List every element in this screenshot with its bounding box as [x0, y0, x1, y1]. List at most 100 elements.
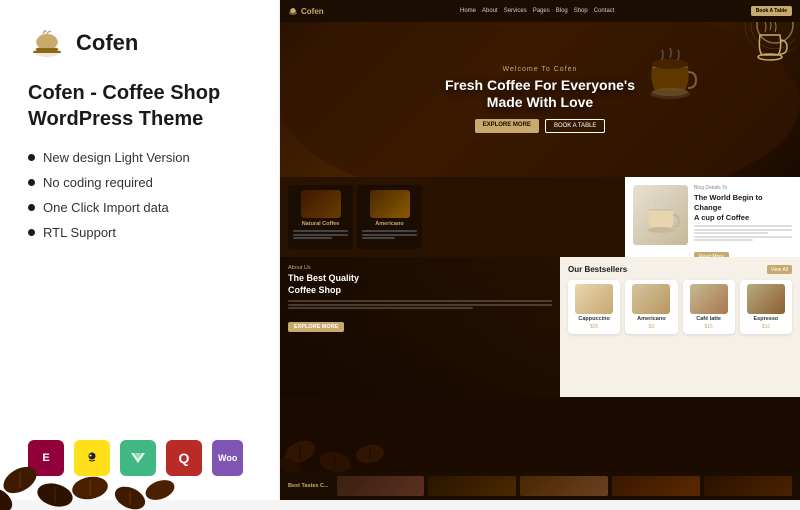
nav-link-shop[interactable]: Shop [574, 8, 588, 14]
product-image [747, 284, 785, 314]
shop-products-grid: Cappuccino $26 Americano $3 Café latte $… [568, 280, 792, 334]
shop-header: Our Bestsellers View All [568, 265, 792, 274]
vue-icon [129, 449, 147, 467]
product-card-3[interactable]: Café latte $15 [683, 280, 735, 334]
theme-bottom-row: About Us The Best QualityCoffee Shop EXP… [280, 257, 800, 397]
bullet-icon [28, 154, 35, 161]
blog-title: The World Begin to ChangeA cup of Coffee [694, 193, 792, 222]
mailchimp-icon [83, 449, 101, 467]
card-text-lines [362, 230, 417, 241]
gallery-item-2 [428, 476, 516, 496]
feature-item: RTL Support [28, 225, 251, 240]
hero-content: Welcome To Cofen Fresh Coffee For Everyo… [445, 66, 635, 133]
product-card-2[interactable]: Americano $3 [625, 280, 677, 334]
shop-section: Our Bestsellers View All Cappuccino $26 … [560, 257, 800, 397]
right-panel: Cofen Home About Services Pages Blog Sho… [280, 0, 800, 500]
quora-badge: Q [166, 440, 202, 476]
blog-tag: Blog Details To [694, 185, 792, 191]
product-price: $26 [590, 324, 598, 330]
feature-item: One Click Import data [28, 200, 251, 215]
mailchimp-badge [74, 440, 110, 476]
feature-item: New design Light Version [28, 150, 251, 165]
feature-text: RTL Support [43, 225, 116, 240]
woo-label: Woo [218, 453, 237, 463]
nav-link-blog[interactable]: Blog [556, 8, 568, 14]
gallery-item-4 [612, 476, 700, 496]
text-line [293, 237, 332, 239]
about-section: About Us The Best QualityCoffee Shop EXP… [280, 257, 560, 397]
text-line [293, 234, 348, 236]
coffee-card-image [301, 190, 341, 218]
woo-badge: Woo [212, 440, 243, 476]
theme-nav: Cofen Home About Services Pages Blog Sho… [280, 0, 800, 22]
product-title: The Best Quality Coffee Shop Cofen - Cof… [28, 80, 251, 132]
vue-badge [120, 440, 156, 476]
coffee-card-2: Americano [357, 185, 422, 249]
bullet-icon [28, 179, 35, 186]
coffee-cards-area: Natural Coffee Americano [280, 177, 625, 257]
cofen-logo-icon [28, 24, 66, 62]
feature-text: No coding required [43, 175, 153, 190]
hero-explore-button[interactable]: EXPLORE MORE [475, 119, 539, 133]
product-name: Cappuccino [578, 316, 609, 322]
text-line [694, 236, 792, 238]
text-line [362, 230, 417, 232]
text-line [362, 234, 417, 236]
text-line [288, 300, 552, 302]
product-card-1[interactable]: Cappuccino $26 [568, 280, 620, 334]
nav-link-contact[interactable]: Contact [594, 8, 615, 14]
theme-cards-row: Natural Coffee Americano [280, 177, 800, 257]
features-list: New design Light Version No coding requi… [28, 150, 251, 250]
product-card-4[interactable]: Espresso $16 [740, 280, 792, 334]
product-image [690, 284, 728, 314]
about-content: About Us The Best QualityCoffee Shop EXP… [288, 265, 552, 333]
text-line [362, 237, 395, 239]
hero-title: Fresh Coffee For Everyone's Made With Lo… [445, 77, 635, 111]
nav-link-pages[interactable]: Pages [533, 8, 550, 14]
gallery-item-3 [520, 476, 608, 496]
product-name: Café latte [696, 316, 721, 322]
tech-badges: E Q Woo [28, 440, 251, 476]
nav-link-about[interactable]: About [482, 8, 498, 14]
gallery-item-5 [704, 476, 792, 496]
theme-nav-links: Home About Services Pages Blog Shop Cont… [460, 8, 614, 14]
nav-link-home[interactable]: Home [460, 8, 476, 14]
text-line [694, 225, 792, 227]
nav-logo-icon [288, 6, 298, 16]
feature-item: No coding required [28, 175, 251, 190]
text-line [288, 304, 552, 306]
elementor-badge: E [28, 440, 64, 476]
text-line [293, 230, 348, 232]
shop-title: Our Bestsellers [568, 265, 627, 274]
text-line [288, 307, 473, 309]
hero-subtitle: Welcome To Cofen [445, 66, 635, 73]
hero-book-button[interactable]: BOOK A TABLE [545, 119, 605, 133]
coffee-card-image [370, 190, 410, 218]
product-image [632, 284, 670, 314]
bullet-icon [28, 229, 35, 236]
nav-link-services[interactable]: Services [504, 8, 527, 14]
blog-card: Blog Details To The World Begin to Chang… [625, 177, 800, 257]
coffee-card-1: Natural Coffee [288, 185, 353, 249]
hero-buttons: EXPLORE MORE BOOK A TABLE [445, 119, 635, 133]
coffee-card-label: Natural Coffee [302, 221, 340, 227]
shop-filter-button[interactable]: View All [767, 265, 792, 274]
nav-cta-button[interactable]: Book A Table [751, 6, 792, 16]
elementor-label: E [42, 452, 49, 464]
explore-more-button[interactable]: EXPLORE MORE [288, 322, 344, 332]
theme-nav-logo: Cofen [288, 6, 324, 16]
text-line [694, 229, 792, 231]
product-price: $15 [704, 324, 712, 330]
product-name: Espresso [753, 316, 778, 322]
left-panel: Cofen The Best Quality Coffee Shop Cofen… [0, 0, 280, 500]
blog-text-lines [694, 225, 792, 241]
blog-content: Blog Details To The World Begin to Chang… [694, 185, 792, 249]
gallery-item-1 [337, 476, 425, 496]
about-text-lines [288, 300, 552, 309]
product-name: Americano [637, 316, 665, 322]
beans-decoration-right [280, 392, 400, 472]
card-text-lines [293, 230, 348, 241]
nav-logo-text: Cofen [301, 7, 324, 16]
logo-name: Cofen [76, 30, 138, 56]
text-line [694, 239, 753, 241]
